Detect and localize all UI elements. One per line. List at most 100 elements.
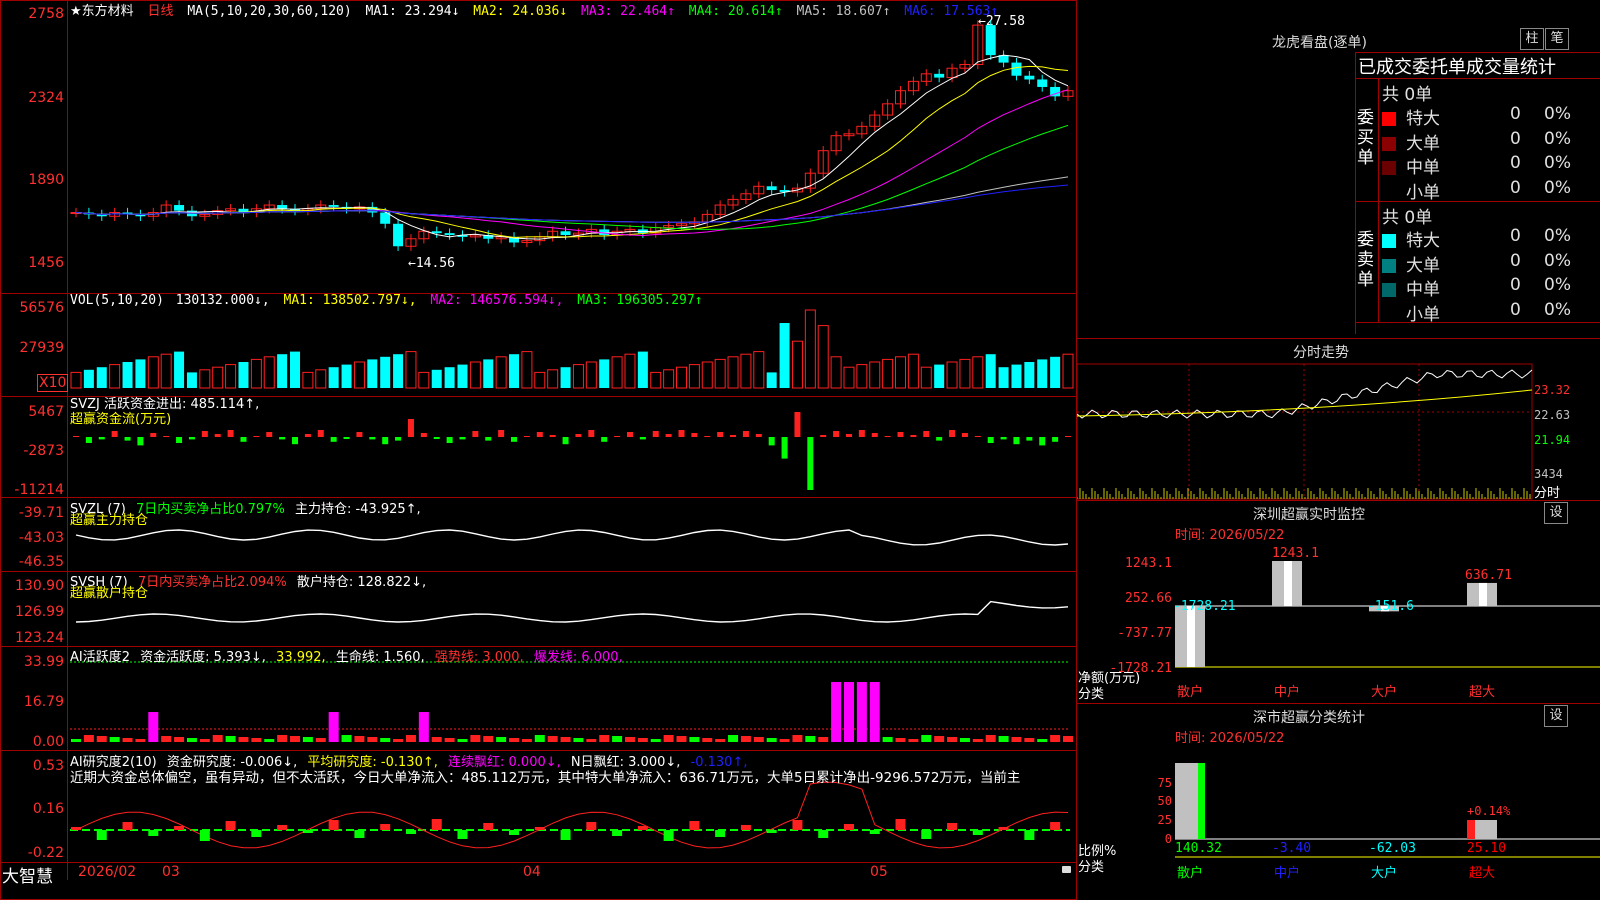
flow-bar — [626, 432, 633, 437]
active-bar — [843, 682, 854, 742]
volume-bar — [727, 356, 739, 389]
active-bar — [702, 738, 713, 742]
order-pct: 0% — [1544, 153, 1571, 173]
research-bar — [998, 827, 1009, 830]
flow-bar — [382, 437, 389, 445]
size-color-icon — [1382, 112, 1396, 126]
svzl-axis-2: -43.03 — [18, 530, 64, 546]
cat-stats-chart[interactable]: 75 50 25 0140.32 散户 -3.40 中户 -62.03 大户 +0.14% 25.1… — [1077, 745, 1600, 900]
flow-bar — [549, 435, 556, 437]
flow-bar — [163, 436, 170, 437]
bar-view-button[interactable]: 柱 — [1520, 28, 1544, 50]
research-bar — [534, 827, 545, 830]
kline-chart[interactable] — [0, 0, 1077, 880]
volume-bar — [585, 361, 597, 389]
active-bar — [457, 739, 468, 742]
ai-active-label: AI活跃度2 — [70, 650, 130, 665]
research-line — [75, 781, 1069, 849]
research-bar — [843, 824, 854, 830]
research-bar — [302, 830, 313, 833]
volume-bar — [753, 351, 765, 389]
volume-bar — [199, 369, 211, 389]
pen-view-button[interactable]: 笔 — [1545, 28, 1569, 50]
volume-bar — [611, 356, 623, 389]
size-name: 中单 — [1406, 158, 1440, 178]
size-color-icon — [1382, 258, 1396, 273]
sz-bar-highlight — [1479, 582, 1487, 606]
size-name: 中单 — [1406, 280, 1440, 300]
active-bar — [766, 738, 777, 742]
volume-bar — [469, 361, 481, 389]
size-name: 特大 — [1406, 109, 1440, 129]
svsh-axis-2: 126.99 — [15, 604, 64, 620]
sz-monitor-title: 深圳超赢实时监控 — [1253, 507, 1365, 523]
intraday-chart[interactable] — [1077, 362, 1600, 500]
ai-research-l1: 资金研究度: -0.006↓, — [166, 755, 298, 770]
active-bar — [1063, 736, 1073, 742]
flow-bar — [150, 433, 157, 437]
research-bar — [122, 822, 133, 830]
svzl-desc: 7日内买卖净占比0.797% — [135, 502, 285, 517]
volume-bar — [946, 361, 958, 389]
flow-bar — [111, 431, 118, 437]
vol-ma3: MA3: 196305.297↑ — [577, 293, 703, 308]
research-bar — [277, 825, 288, 830]
volume-bar — [174, 351, 185, 388]
flow-bar — [910, 435, 917, 437]
active-bar — [367, 737, 378, 742]
active-bar — [483, 736, 494, 742]
active-bar — [1011, 737, 1022, 742]
volume-bar — [122, 362, 133, 388]
research-bar — [431, 819, 442, 830]
volume-bar — [341, 364, 352, 388]
sz-monitor-chart[interactable]: 1243.1252.66-737.77-1728.21-1728.21散户124… — [1077, 540, 1600, 705]
active-bar — [83, 735, 94, 742]
order-count: 0 — [1510, 177, 1521, 198]
flow-bar — [356, 432, 363, 437]
active-bar — [740, 736, 751, 742]
ai-research-label: AI研究度2(10) — [70, 755, 157, 770]
research-bar — [715, 830, 726, 837]
flow-bar — [614, 436, 621, 437]
volume-bar — [521, 351, 533, 389]
cat-settings-button[interactable]: 设 — [1544, 705, 1568, 727]
active-bar — [1050, 735, 1061, 742]
sell-row: 小单 0 0% — [1382, 300, 1600, 325]
brand-logo[interactable]: 大智慧 — [2, 862, 53, 887]
research-bar — [1050, 822, 1061, 830]
flow-bar — [317, 430, 324, 437]
active-bar — [728, 735, 739, 742]
volume-bar — [804, 309, 816, 389]
cat-top-value: +0.14% — [1467, 804, 1511, 818]
order-pct: 0% — [1544, 275, 1571, 295]
size-color-icon — [1382, 161, 1396, 175]
active-bar — [238, 737, 249, 742]
order-count: 0 — [1510, 250, 1521, 271]
volume-bar — [959, 358, 971, 389]
lhb-tabs[interactable]: 已成交委托单成交量统计 — [1358, 53, 1556, 79]
volume-bar — [1037, 359, 1048, 388]
lock-icon[interactable] — [1062, 866, 1071, 873]
flow-bar — [730, 435, 737, 437]
flow-bar — [562, 437, 569, 445]
volume-bar — [817, 325, 829, 389]
fenshi-axis-4: 3434 — [1534, 467, 1563, 481]
ai-research-axis-2: 0.16 — [32, 801, 64, 817]
active-bar — [225, 736, 236, 742]
active-bar — [290, 736, 301, 742]
flow-bar — [833, 431, 840, 437]
flow-bar — [1039, 437, 1046, 446]
volume-bar — [483, 359, 494, 388]
sz-settings-button[interactable]: 设 — [1544, 502, 1568, 524]
flow-bar — [742, 431, 749, 437]
flow-bar — [124, 437, 131, 441]
active-bar — [753, 737, 764, 742]
volume-bar — [495, 356, 507, 389]
cat-border — [1077, 703, 1600, 704]
size-name: 特大 — [1406, 231, 1440, 251]
sell-total: 共 0单 — [1382, 208, 1433, 228]
cat-bar-value: 25.10 — [1467, 841, 1506, 856]
volume-bar — [444, 367, 455, 388]
research-bar — [225, 821, 236, 830]
active-bar — [418, 712, 429, 742]
